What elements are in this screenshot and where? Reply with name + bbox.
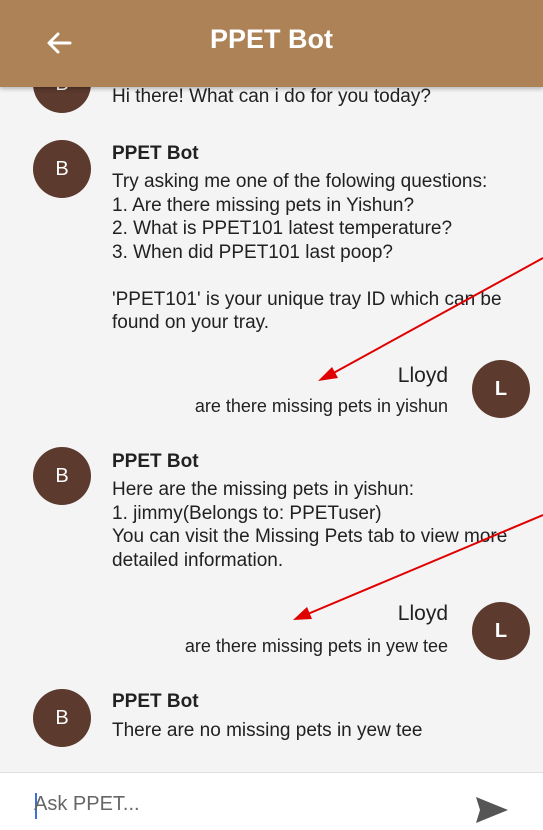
bot-message-text: Here are the missing pets in yishun: 1. … — [112, 479, 508, 571]
user-avatar: L — [472, 360, 530, 418]
user-message-text: are there missing pets in yew tee — [184, 636, 448, 656]
chat-list[interactable]: B Hi there! What can i do for you today?… — [0, 87, 543, 772]
bot-avatar: B — [33, 447, 91, 505]
bot-sender-name: PPET Bot — [112, 691, 199, 712]
send-icon[interactable] — [474, 795, 510, 825]
bot-avatar: B — [33, 87, 91, 113]
bot-avatar: B — [33, 689, 91, 747]
bot-message-text: Hi there! What can i do for you today? — [112, 87, 431, 107]
user-sender-name: Lloyd — [397, 602, 448, 625]
bot-avatar: B — [33, 140, 91, 198]
user-avatar: L — [472, 602, 530, 660]
message-input-bar — [0, 772, 543, 823]
user-message-text: are there missing pets in yishun — [194, 396, 448, 416]
bot-message-text: Try asking me one of the folowing questi… — [112, 171, 502, 333]
page-title: PPET Bot — [209, 24, 333, 54]
user-sender-name: Lloyd — [397, 364, 448, 387]
bot-sender-name: PPET Bot — [112, 143, 199, 164]
bot-message-text: There are no missing pets in yew tee — [112, 720, 423, 741]
bot-sender-name: PPET Bot — [112, 451, 199, 472]
app-bar: PPET Bot — [0, 0, 543, 87]
message-input[interactable] — [34, 787, 434, 821]
